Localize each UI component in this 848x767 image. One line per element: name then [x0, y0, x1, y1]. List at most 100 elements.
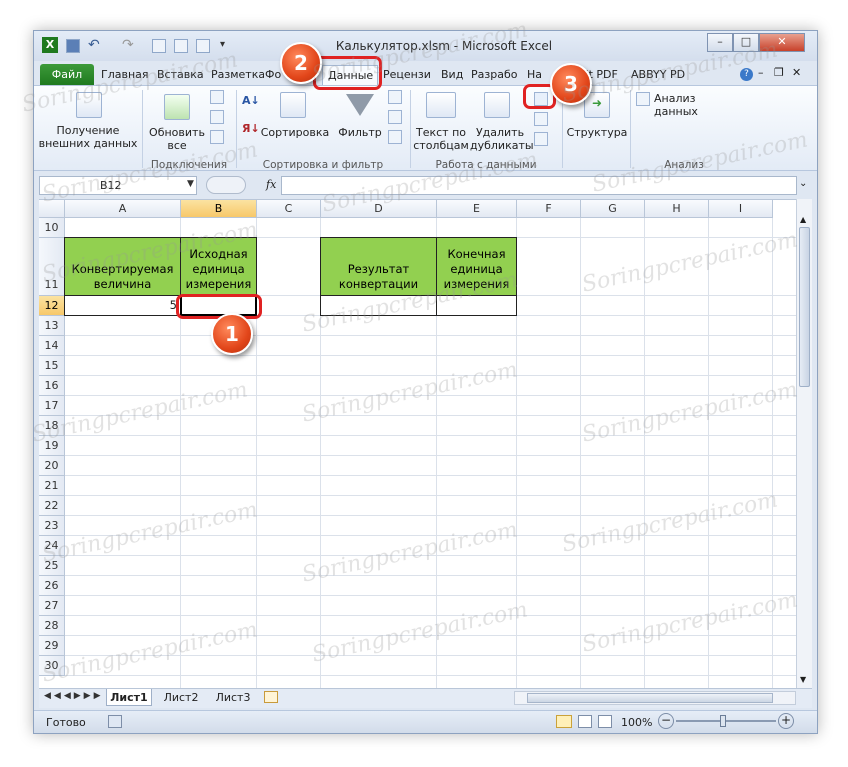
outline-button[interactable]: Структура [566, 126, 628, 139]
row-header-22[interactable]: 22 [39, 496, 65, 516]
get-external-data-button[interactable]: Получение внешних данных [38, 124, 138, 150]
column-header-b[interactable]: B [181, 200, 257, 218]
zoom-slider[interactable] [676, 720, 776, 722]
row-header-15[interactable]: 15 [39, 356, 65, 376]
row-header-24[interactable]: 24 [39, 536, 65, 556]
cell-b11[interactable]: Исходная единица измерения [180, 237, 257, 296]
cell-d11[interactable]: Результат конвертации [320, 237, 437, 296]
column-header-a[interactable]: A [65, 200, 181, 218]
tab-abbyy-pdf[interactable]: ABBYY PD [626, 65, 690, 85]
row-header-21[interactable]: 21 [39, 476, 65, 496]
zoom-level[interactable]: 100% [621, 716, 652, 729]
cell-e11[interactable]: Конечная единица измерения [436, 237, 517, 296]
sheet-tab-1[interactable]: Лист1 [106, 689, 152, 706]
quick-access-icon-2[interactable] [174, 39, 188, 53]
close-button[interactable]: ✕ [759, 33, 805, 52]
normal-view-icon[interactable] [556, 715, 572, 728]
customize-qat-icon[interactable]: ▾ [220, 39, 225, 50]
sort-button[interactable]: Сортировка [260, 126, 330, 139]
clear-filter-icon[interactable] [388, 90, 402, 104]
name-box-dropdown-icon[interactable]: ▼ [187, 179, 194, 189]
tab-review[interactable]: Рецензи [378, 65, 438, 85]
column-header-d[interactable]: D [321, 200, 437, 218]
sheet-tab-2[interactable]: Лист2 [158, 689, 204, 706]
fx-icon[interactable]: fx [266, 178, 276, 191]
edit-links-icon[interactable] [210, 130, 224, 144]
sort-az-icon[interactable]: A↓ [242, 94, 260, 107]
row-header-26[interactable]: 26 [39, 576, 65, 596]
row-header-27[interactable]: 27 [39, 596, 65, 616]
doc-close-button[interactable]: ✕ [792, 66, 801, 79]
row-header-16[interactable]: 16 [39, 376, 65, 396]
tab-insert[interactable]: Вставка [152, 65, 212, 85]
zoom-in-icon[interactable]: + [778, 713, 794, 729]
data-analysis-button[interactable]: Анализ данных [654, 92, 740, 118]
macro-record-icon[interactable] [108, 715, 122, 728]
maximize-button[interactable]: □ [733, 33, 759, 52]
tab-page-layout[interactable]: Разметка [206, 65, 264, 85]
column-header-f[interactable]: F [517, 200, 581, 218]
scroll-down-arrow-icon[interactable]: ▼ [800, 675, 806, 684]
row-header-30[interactable]: 30 [39, 656, 65, 676]
tab-home[interactable]: Главная [96, 65, 154, 85]
column-header-e[interactable]: E [437, 200, 517, 218]
column-header-i[interactable]: I [709, 200, 773, 218]
row-header-18[interactable]: 18 [39, 416, 65, 436]
row-header-13[interactable]: 13 [39, 316, 65, 336]
remove-duplicates-button[interactable]: Удалить дубликаты [470, 126, 534, 152]
scroll-thumb[interactable] [799, 227, 810, 387]
properties-icon[interactable] [210, 110, 224, 124]
page-layout-view-icon[interactable] [578, 715, 592, 728]
redo-icon[interactable]: ↷ [122, 37, 134, 53]
connections-icon[interactable] [210, 90, 224, 104]
formula-input[interactable] [281, 176, 797, 195]
undo-icon[interactable]: ↶ [88, 37, 100, 53]
vertical-scrollbar[interactable]: ▲ ▼ [796, 199, 812, 688]
tab-file[interactable]: Файл [40, 64, 94, 85]
reapply-filter-icon[interactable] [388, 110, 402, 124]
quick-access-icon-1[interactable] [152, 39, 166, 53]
hscroll-thumb[interactable] [527, 693, 773, 703]
column-header-g[interactable]: G [581, 200, 645, 218]
tab-developer[interactable]: Разрабо [466, 65, 522, 85]
cell-d12[interactable] [320, 295, 437, 316]
column-header-c[interactable]: C [257, 200, 321, 218]
row-header-12[interactable]: 12 [39, 296, 65, 316]
doc-restore-button[interactable]: ❐ [774, 66, 784, 79]
row-header-29[interactable]: 29 [39, 636, 65, 656]
row-header-11[interactable]: 11 [39, 238, 65, 296]
refresh-all-button[interactable]: Обновить все [144, 126, 210, 152]
calculator-icon[interactable] [196, 39, 210, 53]
cell-a12[interactable]: 5 [64, 295, 181, 316]
new-sheet-icon[interactable] [264, 691, 278, 703]
advanced-filter-icon[interactable] [388, 130, 402, 144]
sheet-nav-icon[interactable]: ◀◀◀▶▶▶ [44, 691, 104, 701]
zoom-slider-thumb[interactable] [720, 715, 726, 727]
row-header-14[interactable]: 14 [39, 336, 65, 356]
sort-za-icon[interactable]: Я↓ [242, 122, 260, 135]
row-header-25[interactable]: 25 [39, 556, 65, 576]
help-icon[interactable]: ? [740, 68, 753, 81]
formula-bar-handle-icon[interactable] [206, 176, 246, 194]
row-header-23[interactable]: 23 [39, 516, 65, 536]
consolidate-icon[interactable] [534, 112, 548, 126]
tab-addins[interactable]: На [522, 65, 546, 85]
expand-formula-bar-icon[interactable]: ⌄ [799, 178, 807, 189]
text-to-columns-button[interactable]: Текст по столбцам [412, 126, 470, 152]
scroll-up-arrow-icon[interactable]: ▲ [800, 215, 806, 224]
sheet-tab-3[interactable]: Лист3 [210, 689, 256, 706]
cell-e12[interactable] [436, 295, 517, 316]
row-header-10[interactable]: 10 [39, 218, 65, 238]
row-header-28[interactable]: 28 [39, 616, 65, 636]
name-box[interactable]: B12 [39, 176, 197, 195]
what-if-analysis-icon[interactable] [534, 132, 548, 146]
row-header-19[interactable]: 19 [39, 436, 65, 456]
doc-minimize-button[interactable]: – [758, 66, 764, 79]
row-header-20[interactable]: 20 [39, 456, 65, 476]
save-icon[interactable] [66, 39, 80, 53]
column-header-h[interactable]: H [645, 200, 709, 218]
worksheet-grid[interactable]: A B C D E F G H I 10 11 12 13 14 15 16 17 18 19 20 21 22 23 24 2… [39, 199, 796, 689]
minimize-button[interactable]: – [707, 33, 733, 52]
filter-button[interactable]: Фильтр [332, 126, 388, 139]
horizontal-scrollbar[interactable] [514, 691, 796, 705]
